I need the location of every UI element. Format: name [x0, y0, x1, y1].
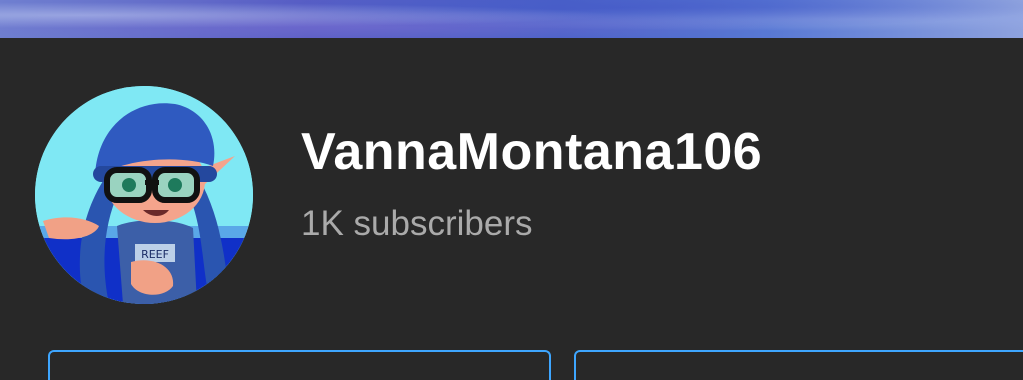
- channel-name: VannaMontana106: [301, 123, 763, 181]
- action-button-left[interactable]: [48, 350, 551, 380]
- channel-banner: [0, 0, 1023, 38]
- subscriber-count: 1K subscribers: [301, 204, 533, 243]
- action-button-right[interactable]: [574, 350, 1023, 380]
- channel-avatar[interactable]: REEF: [35, 86, 253, 304]
- svg-text:REEF: REEF: [141, 248, 169, 261]
- avatar-image: REEF: [35, 86, 253, 304]
